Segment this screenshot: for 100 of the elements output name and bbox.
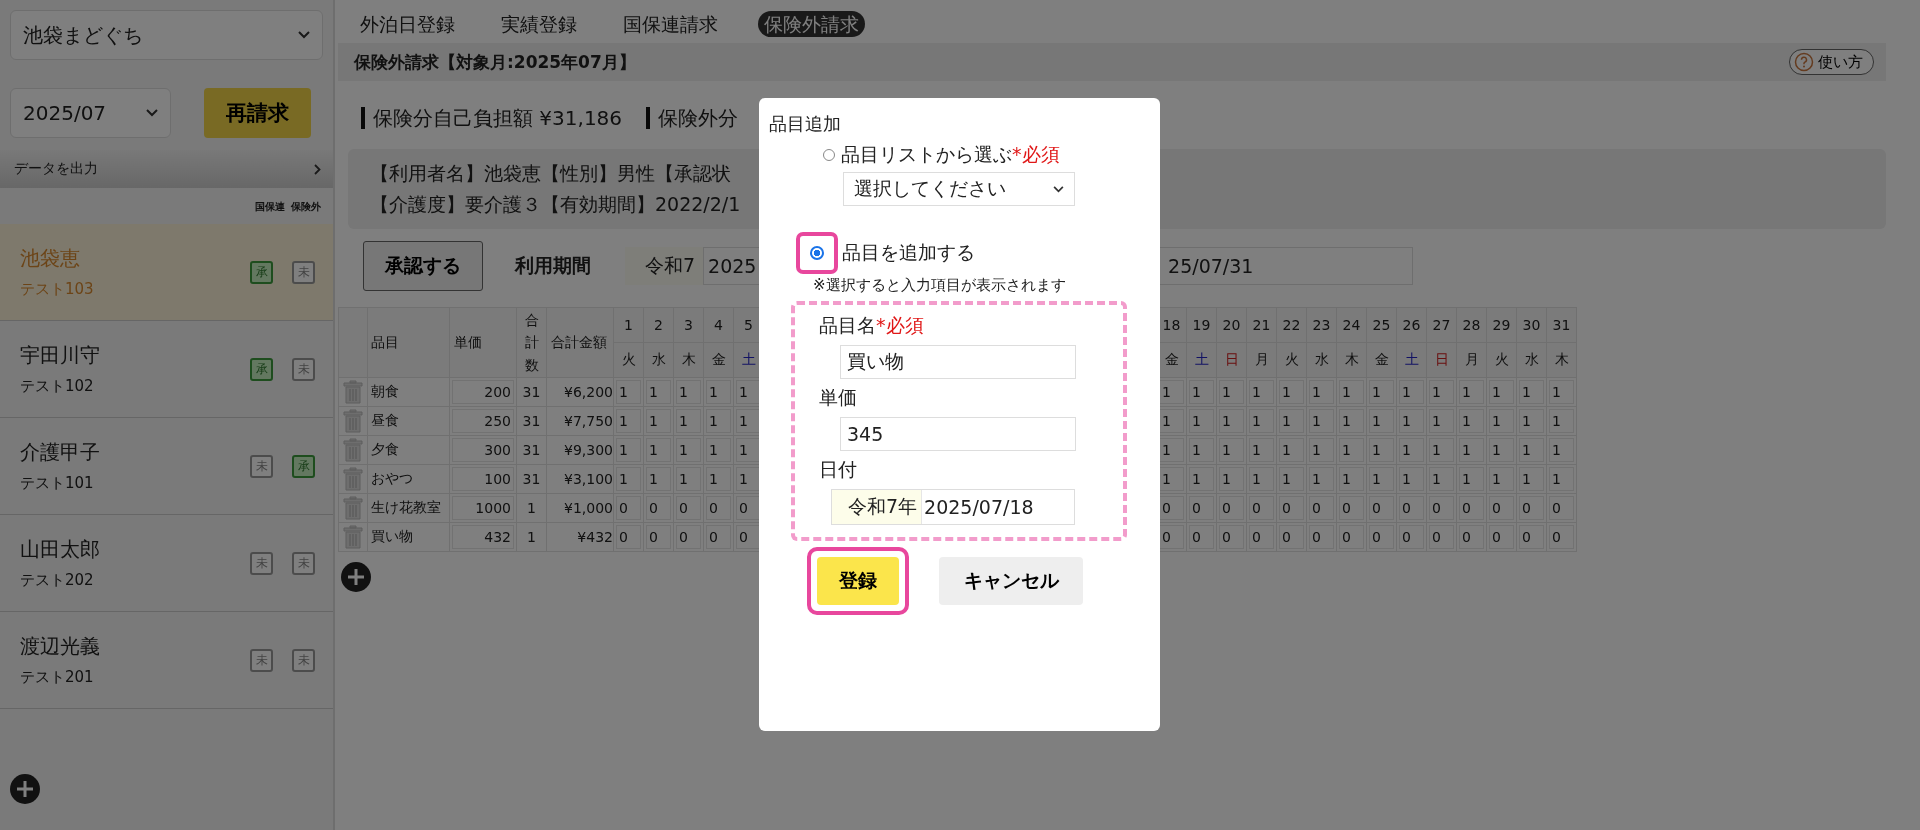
day-input[interactable]: 1 xyxy=(1429,409,1454,433)
day-input[interactable]: 1 xyxy=(1489,438,1514,462)
day-input[interactable]: 1 xyxy=(676,467,701,491)
price-input[interactable]: 1000 xyxy=(452,496,514,520)
trash-icon[interactable] xyxy=(343,496,363,520)
facility-select[interactable]: 池袋まどぐち xyxy=(10,10,323,60)
day-input[interactable]: 0 xyxy=(736,496,761,520)
day-input[interactable]: 1 xyxy=(1279,438,1304,462)
day-input[interactable]: 1 xyxy=(1339,438,1364,462)
day-input[interactable]: 1 xyxy=(1249,380,1274,404)
day-input[interactable]: 1 xyxy=(736,409,761,433)
day-input[interactable]: 1 xyxy=(1309,409,1334,433)
day-input[interactable]: 1 xyxy=(706,438,731,462)
day-input[interactable]: 1 xyxy=(1459,409,1484,433)
day-input[interactable]: 0 xyxy=(1489,496,1514,520)
day-input[interactable]: 0 xyxy=(1459,496,1484,520)
day-input[interactable]: 1 xyxy=(1279,409,1304,433)
day-input[interactable]: 1 xyxy=(1309,438,1334,462)
day-input[interactable]: 0 xyxy=(1429,525,1454,549)
tab[interactable]: 国保連請求 xyxy=(617,11,724,37)
day-input[interactable]: 1 xyxy=(1549,409,1574,433)
day-input[interactable]: 0 xyxy=(646,496,671,520)
day-input[interactable]: 1 xyxy=(736,467,761,491)
tab[interactable]: 外泊日登録 xyxy=(354,11,461,37)
day-input[interactable]: 1 xyxy=(1249,438,1274,462)
user-list-item[interactable]: 渡辺光義 テスト201 未 未 xyxy=(0,612,333,709)
day-input[interactable]: 0 xyxy=(1219,525,1244,549)
day-input[interactable]: 1 xyxy=(646,380,671,404)
day-input[interactable]: 0 xyxy=(1159,525,1184,549)
price-input[interactable]: 432 xyxy=(452,525,514,549)
day-input[interactable]: 0 xyxy=(1369,525,1394,549)
day-input[interactable]: 1 xyxy=(1399,380,1424,404)
day-input[interactable]: 0 xyxy=(1309,496,1334,520)
day-input[interactable]: 1 xyxy=(706,409,731,433)
day-input[interactable]: 1 xyxy=(1339,380,1364,404)
day-input[interactable]: 0 xyxy=(736,525,761,549)
trash-icon[interactable] xyxy=(343,438,363,462)
day-input[interactable]: 0 xyxy=(1399,496,1424,520)
day-input[interactable]: 1 xyxy=(1519,467,1544,491)
day-input[interactable]: 1 xyxy=(1279,380,1304,404)
day-input[interactable]: 0 xyxy=(1549,525,1574,549)
day-input[interactable]: 0 xyxy=(1339,525,1364,549)
day-input[interactable]: 1 xyxy=(1219,409,1244,433)
day-input[interactable]: 1 xyxy=(1429,438,1454,462)
register-button[interactable]: 登録 xyxy=(817,557,899,605)
day-input[interactable]: 1 xyxy=(1549,438,1574,462)
day-input[interactable]: 0 xyxy=(1519,496,1544,520)
day-input[interactable]: 0 xyxy=(1189,525,1214,549)
day-input[interactable]: 0 xyxy=(1429,496,1454,520)
day-input[interactable]: 1 xyxy=(1399,467,1424,491)
input-field[interactable]: 345 xyxy=(840,417,1076,451)
day-input[interactable]: 1 xyxy=(1429,467,1454,491)
day-input[interactable]: 1 xyxy=(616,438,641,462)
day-input[interactable]: 0 xyxy=(1189,496,1214,520)
day-input[interactable]: 0 xyxy=(1399,525,1424,549)
day-input[interactable]: 1 xyxy=(676,380,701,404)
user-list-item[interactable]: 宇田川守 テスト102 承 未 xyxy=(0,321,333,418)
day-input[interactable]: 1 xyxy=(1189,438,1214,462)
day-input[interactable]: 1 xyxy=(1309,380,1334,404)
day-input[interactable]: 1 xyxy=(1369,380,1394,404)
day-input[interactable]: 1 xyxy=(676,438,701,462)
help-button[interactable]: 使い方 xyxy=(1789,49,1874,75)
item-select[interactable]: 選択してください xyxy=(843,172,1075,206)
price-input[interactable]: 100 xyxy=(452,467,514,491)
day-input[interactable]: 1 xyxy=(616,409,641,433)
day-input[interactable]: 1 xyxy=(1189,409,1214,433)
tab[interactable]: 実績登録 xyxy=(495,11,583,37)
day-input[interactable]: 0 xyxy=(1309,525,1334,549)
day-input[interactable]: 1 xyxy=(676,409,701,433)
day-input[interactable]: 1 xyxy=(1339,467,1364,491)
rebill-button[interactable]: 再請求 xyxy=(204,88,311,138)
day-input[interactable]: 1 xyxy=(1159,467,1184,491)
day-input[interactable]: 1 xyxy=(1309,467,1334,491)
day-input[interactable]: 1 xyxy=(1459,438,1484,462)
add-icon[interactable] xyxy=(10,774,40,804)
day-input[interactable]: 1 xyxy=(1549,380,1574,404)
day-input[interactable]: 0 xyxy=(1339,496,1364,520)
day-input[interactable]: 1 xyxy=(1279,467,1304,491)
trash-icon[interactable] xyxy=(343,380,363,404)
day-input[interactable]: 1 xyxy=(1519,380,1544,404)
day-input[interactable]: 1 xyxy=(736,380,761,404)
month-select[interactable]: 2025/07 xyxy=(10,88,171,138)
day-input[interactable]: 0 xyxy=(706,496,731,520)
day-input[interactable]: 1 xyxy=(1489,380,1514,404)
day-input[interactable]: 1 xyxy=(646,438,671,462)
day-input[interactable]: 1 xyxy=(616,380,641,404)
day-input[interactable]: 0 xyxy=(1459,525,1484,549)
trash-icon[interactable] xyxy=(343,409,363,433)
day-input[interactable]: 1 xyxy=(1159,438,1184,462)
day-input[interactable]: 1 xyxy=(1489,467,1514,491)
user-list-item[interactable]: 池袋恵 テスト103 承 未 xyxy=(0,224,333,321)
day-input[interactable]: 0 xyxy=(706,525,731,549)
day-input[interactable]: 1 xyxy=(1219,467,1244,491)
day-input[interactable]: 1 xyxy=(1549,467,1574,491)
day-input[interactable]: 0 xyxy=(1249,496,1274,520)
day-input[interactable]: 1 xyxy=(1249,409,1274,433)
price-input[interactable]: 300 xyxy=(452,438,514,462)
day-input[interactable]: 0 xyxy=(1369,496,1394,520)
day-input[interactable]: 0 xyxy=(616,525,641,549)
day-input[interactable]: 1 xyxy=(706,380,731,404)
